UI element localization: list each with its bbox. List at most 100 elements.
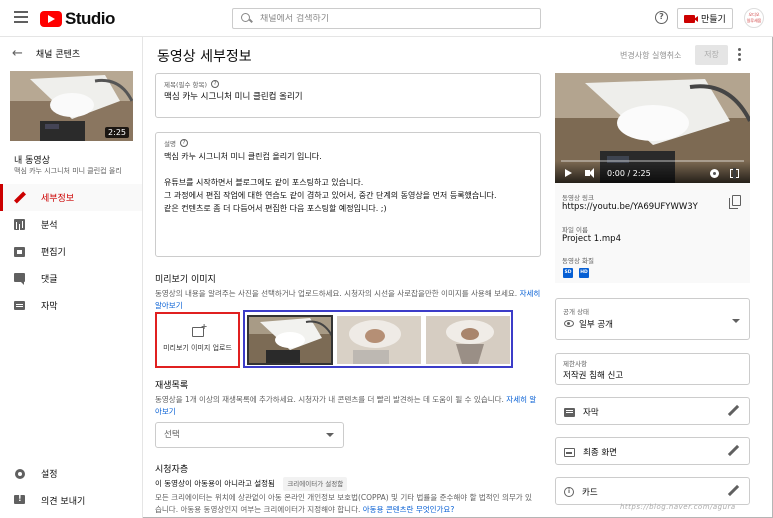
pencil-icon	[14, 192, 26, 204]
page-title: 동영상 세부정보	[157, 49, 252, 65]
sidebar-item-label: 설정	[41, 470, 58, 480]
thumbnail-option[interactable]	[426, 316, 510, 364]
create-button-label: 만들기	[701, 15, 726, 25]
title-field[interactable]: 제목(필수 항목) ? 맥심 카누 시그니처 미니 클린컵 올리기	[155, 73, 541, 118]
avatar[interactable]: 오디오 일루세움	[744, 8, 764, 28]
sidebar-item-comments[interactable]: 댓글	[0, 265, 142, 292]
filename-value: Project 1.mp4	[562, 234, 621, 244]
add-photo-icon	[191, 322, 208, 337]
cards-row: i 카드	[564, 486, 598, 498]
thumbnail-option[interactable]	[247, 315, 333, 365]
upload-thumbnail-button[interactable]: 미리보기 이미지 업로드	[155, 312, 240, 368]
coffee-dripper-image	[248, 316, 332, 364]
info-icon: i	[564, 487, 574, 497]
youtube-play-icon	[40, 11, 62, 27]
title-field-label: 제목(필수 항목) ?	[164, 79, 220, 89]
edit-pencil-icon[interactable]	[727, 445, 739, 457]
restrictions-box[interactable]: 제한사항 저작권 침해 신고	[555, 353, 750, 385]
thumbnail-desc-text: 동영상의 내용을 알려주는 사진을 선택하거나 업로드하세요. 시청자의 시선을…	[155, 289, 518, 298]
title-label-text: 제목(필수 항목)	[164, 81, 208, 89]
sidebar-item-analytics[interactable]: 분석	[0, 211, 142, 238]
sidebar-item-label: 의견 보내기	[41, 497, 86, 507]
visibility-value: 일부 공개	[579, 320, 613, 330]
sidebar-item-label: 세부정보	[41, 194, 75, 204]
description-field[interactable]: 설명 ? 맥심 카누 시그니처 미니 클린컵 올리기 입니다. 유튜브를 시작하…	[155, 132, 541, 257]
description-field-label: 설명 ?	[164, 138, 188, 148]
end-screen-row: 최종 화면	[564, 446, 617, 458]
chevron-down-icon	[732, 319, 740, 323]
blog-watermark: https://blog.naver.com/agura	[620, 503, 736, 511]
audience-status: 이 동영상이 아동용이 아니라고 설정됨 크리에이터가 설정함	[155, 477, 348, 491]
audience-desc: 모든 크리에이터는 위치에 상관없이 아동 온라인 개인정보 보호법(COPPA…	[155, 492, 543, 516]
cards-box[interactable]: i 카드	[555, 477, 750, 505]
analytics-icon	[14, 218, 26, 231]
back-to-channel-content[interactable]: ← 채널 콘텐츠	[12, 46, 80, 61]
help-icon[interactable]: ?	[211, 80, 220, 88]
save-button[interactable]: 저장	[695, 45, 728, 65]
title-value[interactable]: 맥심 카누 시그니처 미니 클린컵 올리기	[164, 91, 303, 104]
editor-icon	[14, 246, 26, 258]
channel-search[interactable]	[232, 8, 541, 29]
visibility-label: 공개 상태	[563, 308, 589, 316]
sidebar-item-feedback[interactable]: 의견 보내기	[0, 487, 142, 514]
coffee-dripper-image	[426, 316, 510, 364]
playlist-desc-text: 동영상을 1개 이상의 재생목록에 추가하세요. 시청자가 내 콘텐츠를 더 빨…	[155, 395, 504, 404]
edit-pencil-icon[interactable]	[727, 485, 739, 497]
video-info-panel: 동영상 링크 https://youtu.be/YA69UFYWW3Y 파일 이…	[555, 183, 750, 283]
description-value[interactable]: 맥심 카누 시그니처 미니 클린컵 올리기 입니다. 유튜브를 시작하면서 블로…	[164, 150, 497, 215]
sidebar-item-settings[interactable]: 설정	[0, 460, 142, 487]
audience-desc-line2: 습니다. 아동용 동영상인지 여부는 크리에이터가 지정해야 합니다.	[155, 505, 361, 514]
sidebar-video-title: 맥심 카누 시그니처 미니 클린컵 올리	[14, 167, 122, 175]
sidebar-item-label: 댓글	[41, 275, 58, 285]
restrictions-value: 저작권 침해 신고	[563, 371, 624, 381]
audience-status-text: 이 동영상이 아동용이 아니라고 설정됨	[155, 479, 275, 488]
video-link[interactable]: https://youtu.be/YA69UFYWW3Y	[562, 202, 698, 212]
subtitles-label: 자막	[583, 408, 599, 418]
play-icon[interactable]	[565, 169, 572, 177]
visibility-select[interactable]: 공개 상태 일부 공개	[555, 298, 750, 340]
gear-icon	[14, 468, 26, 480]
restrictions-label: 제한사항	[563, 360, 587, 368]
playlist-select[interactable]: 선택	[155, 422, 344, 448]
sd-badge: SD	[563, 268, 573, 278]
more-vert-icon[interactable]	[738, 48, 741, 62]
sidebar-video-thumbnail[interactable]: 2:25	[10, 71, 133, 141]
sidebar-item-label: 분석	[41, 221, 58, 231]
studio-logo[interactable]: Studio	[40, 9, 115, 29]
undo-changes-button[interactable]: 변경사항 실행취소	[620, 50, 681, 61]
playlist-section-title: 재생목록	[155, 381, 189, 391]
search-input[interactable]	[260, 13, 520, 24]
comments-icon	[14, 272, 26, 285]
back-label: 채널 콘텐츠	[35, 50, 81, 60]
subtitles-icon	[564, 407, 575, 417]
menu-icon[interactable]	[14, 11, 28, 23]
end-screen-box[interactable]: 최종 화면	[555, 437, 750, 465]
edit-pencil-icon[interactable]	[727, 405, 739, 417]
subtitles-box[interactable]: 자막	[555, 397, 750, 425]
upload-thumbnail-label: 미리보기 이미지 업로드	[163, 344, 232, 352]
help-icon[interactable]: ?	[655, 11, 668, 24]
back-arrow-icon: ←	[12, 46, 23, 61]
thumbnail-option[interactable]	[337, 316, 421, 364]
sidebar-item-editor[interactable]: 편집기	[0, 238, 142, 265]
settings-icon[interactable]	[710, 169, 719, 178]
video-player[interactable]: 0:00 / 2:25	[555, 73, 750, 183]
creator-set-chip: 크리에이터가 설정함	[283, 477, 348, 491]
copy-icon[interactable]	[729, 195, 741, 209]
made-for-kids-link[interactable]: 아동용 콘텐츠란 무엇인가요?	[363, 505, 455, 514]
volume-icon[interactable]	[585, 168, 594, 178]
hd-badge: HD	[579, 268, 589, 278]
audience-section-title: 시청자층	[155, 465, 189, 475]
sidebar-item-details[interactable]: 세부정보	[0, 184, 142, 211]
chevron-down-icon	[326, 433, 334, 437]
cards-label: 카드	[582, 488, 598, 498]
help-icon[interactable]: ?	[179, 139, 188, 147]
fullscreen-icon[interactable]	[730, 168, 739, 179]
player-controls: 0:00 / 2:25	[555, 160, 750, 183]
sidebar-item-subtitles[interactable]: 자막	[0, 292, 142, 319]
create-button[interactable]: 만들기	[677, 8, 733, 29]
end-screen-label: 최종 화면	[583, 448, 617, 458]
progress-bar[interactable]	[561, 160, 744, 162]
subtitles-icon	[14, 300, 26, 312]
video-camera-icon	[684, 14, 698, 23]
